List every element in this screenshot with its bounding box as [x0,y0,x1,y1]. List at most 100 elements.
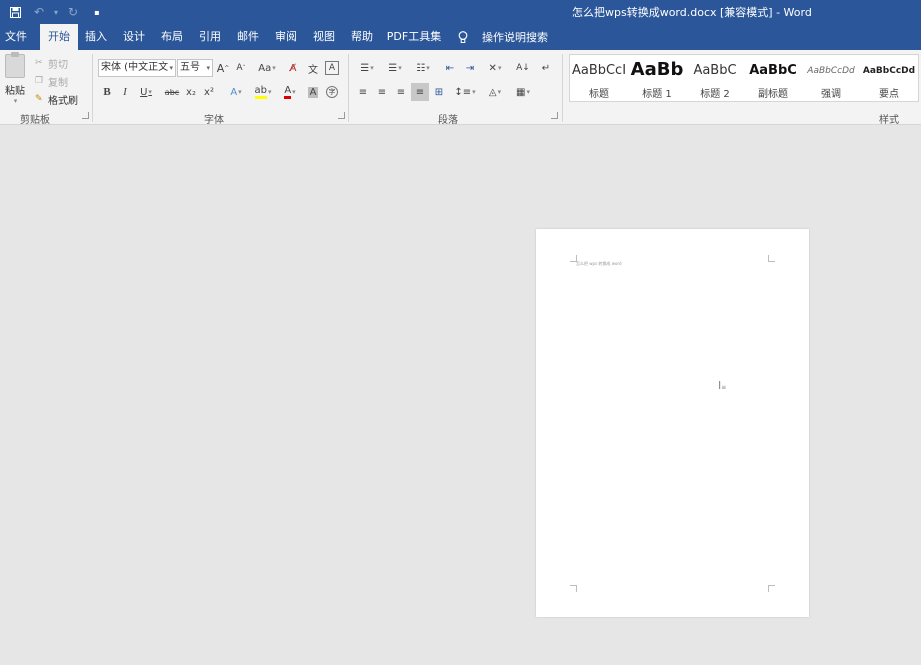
paint-bucket-icon: ◬ [488,86,497,98]
font-size-value: 五号 [180,62,200,73]
clear-formatting-button[interactable]: A̸ [286,59,300,77]
tab-insert[interactable]: 插入 [80,24,112,50]
numbering-button[interactable]: ☰ ▾ [384,59,406,77]
text-effects-button[interactable]: A ▾ [225,83,247,101]
enclosed-character-button[interactable]: 字 [325,83,339,101]
font-color-button[interactable]: A ▾ [279,83,301,101]
text-cursor-icon: I≡ [718,379,727,392]
tab-design[interactable]: 设计 [118,24,150,50]
style-emphasis[interactable]: AaBbCcDd 强调 [802,55,860,101]
styles-group-label: 样式 [879,115,899,126]
show-marks-button[interactable]: ↵ [538,59,554,77]
align-right-button[interactable]: ≡ [394,83,408,101]
undo-dropdown-icon[interactable]: ▾ [54,8,58,17]
subscript-button[interactable]: x₂ [184,83,198,101]
bold-button[interactable]: B [100,83,114,101]
paste-dropdown-icon[interactable]: ▾ [14,97,18,105]
circle-character-icon: 字 [326,86,338,98]
tell-me-label: 操作说明搜索 [482,31,548,44]
paste-label: 粘贴 [5,86,25,97]
margin-mark-bottom-right [768,585,775,592]
group-divider [562,54,563,122]
underline-button[interactable]: U ▾ [136,83,156,101]
chevron-down-icon: ▾ [169,64,173,72]
tab-pdf-tools[interactable]: PDF工具集 [386,24,442,50]
clear-formatting-icon: A̸ [289,62,297,74]
title-bar: ↶ ▾ ↻ ▪ 怎么把wps转换成word.docx [兼容模式] - Word [0,0,921,24]
phonetic-guide-button[interactable]: 文 [306,59,320,77]
lightbulb-icon [458,30,468,43]
grow-font-button[interactable]: A ^ [217,59,230,77]
change-case-button[interactable]: Aa ▾ [256,59,278,77]
style-subtitle[interactable]: AaBbC 副标题 [744,55,802,101]
justify-button[interactable]: ≡ [411,83,429,101]
style-title[interactable]: AaBbCcI 标题 [570,55,628,101]
multilevel-list-button[interactable]: ☷ ▾ [412,59,434,77]
sort-button[interactable]: A↓ [515,59,531,77]
undo-icon[interactable]: ↶ [30,3,48,21]
italic-button[interactable]: I [118,83,132,101]
align-center-button[interactable]: ≡ [375,83,389,101]
clipboard-launcher-icon[interactable] [82,112,89,119]
paste-button[interactable]: 粘贴 ▾ [3,52,27,105]
tab-file[interactable]: 文件 [0,24,32,50]
shrink-font-button[interactable]: Aˇ [235,59,247,77]
distributed-button[interactable]: ⊞ [432,83,446,101]
tab-layout[interactable]: 布局 [156,24,188,50]
clipboard-group-label: 剪贴板 [20,115,50,126]
style-heading-1[interactable]: AaBb 标题 1 [628,55,686,101]
tab-review[interactable]: 审阅 [270,24,302,50]
paragraph-mark-icon: ↵ [541,62,551,74]
align-center-icon: ≡ [377,86,387,98]
document-canvas[interactable]: 怎么把 wps 转换成 word I≡ [0,125,921,665]
chinese-layout-button[interactable]: ✕ ▾ [484,59,506,77]
tab-view[interactable]: 视图 [308,24,340,50]
tab-help[interactable]: 帮助 [346,24,378,50]
tab-references[interactable]: 引用 [194,24,226,50]
shading-button[interactable]: ◬ ▾ [484,83,506,101]
decrease-indent-button[interactable]: ⇤ [442,59,458,77]
strikethrough-button[interactable]: abc [163,83,181,101]
bullets-button[interactable]: ☰ ▾ [356,59,378,77]
copy-button[interactable]: ❐ 复制 [35,74,68,90]
enclose-characters-icon: A [328,63,336,73]
font-launcher-icon[interactable] [338,112,345,119]
line-spacing-button[interactable]: ↕≡ ▾ [454,83,476,101]
character-shading-button[interactable]: A [306,83,320,101]
ribbon-tab-bar: 文件 开始 插入 设计 布局 引用 邮件 审阅 视图 帮助 PDF工具集 操作说… [0,24,921,50]
font-family-value: 宋体 (中文正文 [101,62,169,73]
tab-home[interactable]: 开始 [40,24,78,50]
superscript-button[interactable]: x² [202,83,216,101]
style-sample: AaBbCcDd [807,66,855,76]
underline-icon: U [140,86,148,98]
outdent-icon: ⇤ [445,62,455,74]
increase-indent-button[interactable]: ⇥ [462,59,478,77]
font-group-label: 字体 [204,115,224,126]
format-painter-button[interactable]: ✎ 格式刷 [35,92,78,108]
group-divider [348,54,349,122]
font-size-select[interactable]: 五号 ▾ [177,59,213,77]
enclose-characters-button[interactable]: A [325,61,339,75]
paragraph-launcher-icon[interactable] [551,112,558,119]
save-icon[interactable] [6,3,24,21]
chevron-down-icon: ▾ [206,64,210,72]
document-text[interactable]: 怎么把 wps 转换成 word [576,261,622,267]
tab-mailings[interactable]: 邮件 [232,24,264,50]
font-family-select[interactable]: 宋体 (中文正文 ▾ [98,59,176,77]
phonetic-guide-icon: 文 [308,64,318,76]
cut-button[interactable]: ✂ 剪切 [35,56,68,72]
highlight-color-button[interactable]: ab ▾ [252,83,274,101]
align-left-icon: ≡ [358,86,368,98]
redo-icon[interactable]: ↻ [64,3,82,21]
style-heading-2[interactable]: AaBbC 标题 2 [686,55,744,101]
style-sample: AaBbC [693,63,737,78]
document-page[interactable]: 怎么把 wps 转换成 word I≡ [536,229,809,617]
distributed-icon: ⊞ [434,86,444,98]
brush-icon: ✎ [35,94,43,104]
customize-qat-icon[interactable]: ▪ [88,3,106,21]
character-shading-icon: A [307,86,319,98]
tell-me-search[interactable]: 操作说明搜索 [458,24,548,50]
align-left-button[interactable]: ≡ [356,83,370,101]
style-strong[interactable]: AaBbCcDd 要点 [860,55,918,101]
borders-button[interactable]: ▦ ▾ [512,83,534,101]
